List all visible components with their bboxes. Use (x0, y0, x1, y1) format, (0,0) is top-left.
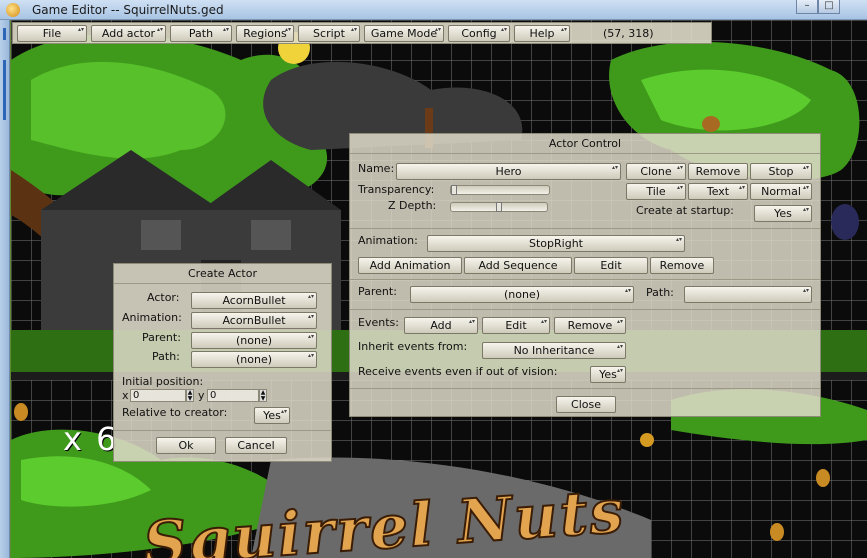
parent-label: Parent: (142, 331, 181, 344)
relative-to-creator-dropdown[interactable]: Yes (254, 407, 290, 424)
animation-label: Animation: (122, 311, 182, 324)
menu-config[interactable]: Config (448, 25, 510, 42)
separator (350, 228, 820, 229)
clone-button[interactable]: Clone (626, 163, 686, 180)
path-dropdown[interactable]: (none) (191, 351, 317, 368)
create-at-startup-dropdown[interactable]: Yes (754, 205, 812, 222)
tile-button[interactable]: Tile (626, 183, 686, 200)
zdepth-label: Z Depth: (388, 199, 437, 212)
inherit-events-label: Inherit events from: (358, 340, 468, 353)
cancel-button[interactable]: Cancel (225, 437, 287, 454)
relative-to-creator-label: Relative to creator: (122, 406, 228, 419)
minimize-icon[interactable]: – (796, 0, 818, 14)
separator (350, 388, 820, 389)
transparency-slider[interactable] (450, 185, 550, 195)
zdepth-slider[interactable] (450, 202, 548, 212)
edit-event-button[interactable]: Edit (482, 317, 550, 334)
animation-label: Animation: (358, 234, 418, 247)
lives-counter: x 6 (63, 420, 119, 458)
normal-button[interactable]: Normal (750, 183, 812, 200)
separator (350, 279, 820, 280)
add-sequence-button[interactable]: Add Sequence (464, 257, 572, 274)
app-icon (6, 3, 20, 17)
path-label: Path: (152, 350, 180, 363)
x-position-input[interactable]: 0 (130, 389, 186, 402)
parent-label: Parent: (358, 285, 397, 298)
x-label: x (122, 389, 129, 402)
menu-file[interactable]: File (17, 25, 87, 42)
name-label: Name: (358, 162, 395, 175)
window-title-bar: Game Editor -- SquirrelNuts.ged – □ (0, 0, 867, 20)
y-spin-arrows-icon[interactable]: ▲ ▼ (259, 389, 267, 402)
close-button[interactable]: Close (556, 396, 616, 413)
actor-label: Actor: (147, 291, 180, 304)
x-spin-arrows-icon[interactable]: ▲ ▼ (186, 389, 194, 402)
ok-button[interactable]: Ok (156, 437, 216, 454)
actor-control-title: Actor Control (350, 134, 820, 154)
parent-dropdown[interactable]: (none) (191, 332, 317, 349)
events-label: Events: (358, 316, 399, 329)
menu-add-actor[interactable]: Add actor (91, 25, 166, 42)
window-title: Game Editor -- SquirrelNuts.ged (32, 3, 224, 17)
inherit-events-dropdown[interactable]: No Inheritance (482, 342, 626, 359)
menu-path[interactable]: Path (170, 25, 232, 42)
maximize-icon[interactable]: □ (818, 0, 840, 14)
menu-script[interactable]: Script (298, 25, 360, 42)
transparency-slider-thumb[interactable] (451, 185, 457, 195)
window-left-frame (0, 20, 10, 558)
actor-dropdown[interactable]: AcornBullet (191, 292, 317, 309)
animation-dropdown[interactable]: AcornBullet (191, 312, 317, 329)
actor-control-panel: Actor Control Name: Hero Clone Remove St… (349, 133, 821, 417)
menu-game-mode[interactable]: Game Mode (364, 25, 444, 42)
transparency-label: Transparency: (358, 183, 435, 196)
menu-help[interactable]: Help (514, 25, 570, 42)
initial-position-label: Initial position: (122, 375, 204, 388)
stop-button[interactable]: Stop (750, 163, 812, 180)
name-dropdown[interactable]: Hero (396, 163, 621, 180)
remove-event-button[interactable]: Remove (554, 317, 626, 334)
edit-animation-button[interactable]: Edit (574, 257, 648, 274)
y-position-input[interactable]: 0 (207, 389, 259, 402)
text-button[interactable]: Text (688, 183, 748, 200)
zdepth-slider-thumb[interactable] (496, 202, 502, 212)
path-dropdown[interactable] (684, 286, 812, 303)
y-label: y (198, 389, 205, 402)
editor-menu-bar: File Add actor Path Regions Script Game … (12, 22, 712, 44)
remove-animation-button[interactable]: Remove (650, 257, 714, 274)
add-event-button[interactable]: Add (404, 317, 478, 334)
separator (114, 430, 331, 431)
create-actor-panel: Create Actor Actor: AcornBullet Animatio… (113, 263, 332, 462)
parent-dropdown[interactable]: (none) (410, 286, 634, 303)
create-at-startup-label: Create at startup: (636, 204, 734, 217)
remove-actor-button[interactable]: Remove (688, 163, 748, 180)
create-actor-title: Create Actor (114, 264, 331, 284)
animation-dropdown[interactable]: StopRight (427, 235, 685, 252)
menu-regions[interactable]: Regions (236, 25, 294, 42)
path-label: Path: (646, 286, 674, 299)
receive-events-dropdown[interactable]: Yes (590, 366, 626, 383)
receive-events-label: Receive events even if out of vision: (358, 365, 558, 378)
add-animation-button[interactable]: Add Animation (358, 257, 462, 274)
separator (350, 309, 820, 310)
mouse-coordinates: (57, 318) (603, 27, 654, 40)
